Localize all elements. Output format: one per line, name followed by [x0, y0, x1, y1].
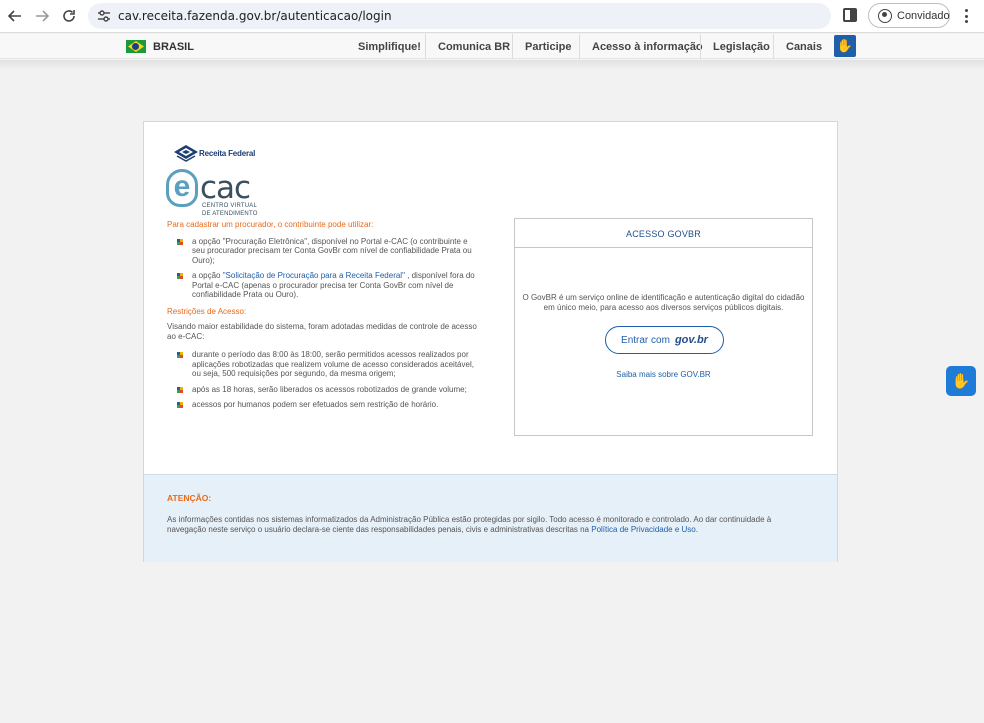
ecac-word: cac [200, 170, 251, 206]
saiba-mais-link[interactable]: Saiba mais sobre GOV.BR [515, 370, 812, 379]
bullet-icon [177, 352, 183, 358]
site-settings-icon[interactable] [97, 8, 111, 24]
govbar-link-acesso-informacao[interactable]: Acesso à informação [592, 34, 703, 59]
govbr-access-box: ACESSO GOVBR O GovBR é um serviço online… [514, 218, 813, 436]
ecac-subtitle: CENTRO VIRTUAL DE ATENDIMENTO [202, 203, 258, 217]
more-menu-icon[interactable] [960, 6, 972, 26]
ecac-logo: e cac CENTRO VIRTUAL DE ATENDIMENTO [166, 169, 266, 219]
ecac-e-mark: e [166, 169, 198, 207]
list-item: após as 18 horas, serão liberados os ace… [167, 385, 477, 395]
entrar-govbr-button[interactable]: Entrar com gov.br [605, 326, 724, 354]
bullet-icon [177, 402, 183, 408]
brasil-link[interactable]: BRASIL [153, 41, 194, 53]
bullet-icon [177, 386, 183, 393]
govbar-link-comunica[interactable]: Comunica BR [438, 34, 510, 59]
receita-federal-logo: Receita Federal [173, 144, 283, 164]
entrar-label: Entrar com [621, 334, 670, 346]
list-item: a opção "Procuração Eletrônica", disponí… [167, 237, 477, 266]
procurador-heading: Para cadastrar um procurador, o contribu… [167, 220, 374, 229]
login-card: Receita Federal e cac CENTRO VIRTUAL DE … [143, 121, 838, 562]
govbar-link-legislacao[interactable]: Legislação [713, 34, 770, 59]
govbar-link-participe[interactable]: Participe [525, 34, 571, 59]
address-bar[interactable]: cav.receita.fazenda.gov.br/autenticacao/… [88, 3, 831, 29]
bullet-icon [177, 238, 183, 245]
receita-federal-text: Receita Federal [199, 149, 256, 158]
govbar-link-canais[interactable]: Canais [786, 34, 822, 59]
list-item: durante o período das 8:00 às 18:00, ser… [167, 350, 477, 379]
access-title: ACESSO GOVBR [515, 219, 812, 248]
sign-language-icon[interactable]: ✋ [834, 35, 856, 57]
brazil-flag-icon [126, 40, 146, 53]
restricoes-intro: Visando maior estabilidade do sistema, f… [167, 322, 477, 341]
info-column: Para cadastrar um procurador, o contribu… [167, 220, 477, 410]
attention-panel: ATENÇÃO: As informações contidas nos sis… [144, 474, 837, 562]
reload-icon[interactable] [58, 5, 80, 27]
vlibras-widget-icon[interactable]: ✋ [946, 366, 976, 396]
govbr-logo-text: gov.br [674, 334, 708, 346]
back-arrow-icon[interactable] [4, 5, 26, 27]
govbar-link-simplifique[interactable]: Simplifique! [358, 34, 421, 59]
bullet-icon [177, 273, 183, 279]
privacy-policy-link[interactable]: Política de Privacidade e Uso [591, 525, 696, 534]
restricoes-heading: Restrições de Acesso: [167, 306, 247, 316]
profile-icon [878, 9, 892, 23]
list-item: a opção "Solicitação de Procuração para … [167, 271, 477, 300]
receita-federal-mark-icon [174, 145, 198, 162]
attention-title: ATENÇÃO: [167, 493, 212, 503]
access-description: O GovBR é um serviço online de identific… [522, 293, 805, 312]
browser-toolbar: cav.receita.fazenda.gov.br/autenticacao/… [0, 0, 984, 33]
profile-button[interactable]: Convidado [868, 3, 950, 28]
url-text: cav.receita.fazenda.gov.br/autenticacao/… [118, 9, 392, 23]
side-panel-icon[interactable] [843, 8, 857, 22]
solicitacao-procuracao-link[interactable]: "Solicitação de Procuração para a Receit… [223, 271, 405, 280]
header-shadow [0, 60, 984, 70]
list-item: acessos por humanos podem ser efetuados … [167, 400, 477, 410]
forward-arrow-icon[interactable] [31, 5, 53, 27]
attention-text: As informações contidas nos sistemas inf… [167, 515, 772, 534]
profile-label: Convidado [897, 10, 950, 22]
